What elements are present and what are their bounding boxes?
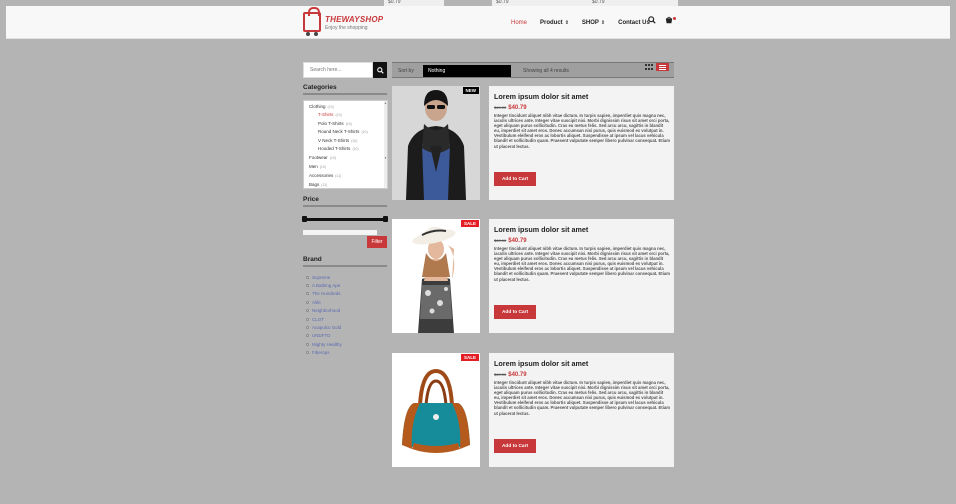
category-item[interactable]: Hooded T-Shirts (10): [318, 146, 359, 151]
radio-icon: [306, 326, 309, 330]
model-man-photo: [392, 86, 480, 200]
nav-home[interactable]: Home: [511, 20, 527, 26]
brand-option[interactable]: Supreme: [306, 273, 342, 281]
nav-contact[interactable]: Contact Us: [618, 20, 650, 26]
brand-option[interactable]: The Hundreds: [306, 290, 342, 298]
chevron-down-icon: ⇕: [600, 20, 606, 26]
product-description: Integer tincidunt aliquet nibh vitae dic…: [494, 380, 670, 416]
product-card: Lorem ipsum dolor sit amet $60.00 $40.79 …: [489, 353, 674, 467]
site-header: THEWAYSHOP Enjoy the shopping Home Produ…: [6, 6, 950, 39]
search-input[interactable]: [303, 62, 373, 78]
cart-icon[interactable]: [665, 16, 673, 26]
results-count: Showing all 4 results: [523, 68, 569, 74]
brand-title: Brand: [303, 256, 322, 263]
add-to-cart-button[interactable]: Add to Cart: [494, 172, 536, 186]
radio-icon: [306, 309, 309, 313]
product-image[interactable]: SALE: [392, 353, 480, 467]
product-price: $60.00 $40.79: [494, 105, 527, 111]
brand-list: Supreme A Bathing Ape The Hundreds Alife…: [306, 273, 342, 357]
product-title[interactable]: Lorem ipsum dolor sit amet: [494, 359, 588, 368]
search-icon[interactable]: [648, 16, 656, 26]
sort-label: Sort by: [398, 68, 414, 74]
product-card: Lorem ipsum dolor sit amet $60.00 $40.79 …: [489, 86, 674, 200]
category-item[interactable]: Polo T-Shirts (10): [318, 121, 352, 126]
radio-icon: [306, 275, 309, 279]
price-range-slider[interactable]: [303, 218, 387, 221]
product-title[interactable]: Lorem ipsum dolor sit amet: [494, 225, 588, 234]
category-item[interactable]: Bags (11): [309, 182, 327, 187]
product-description: Integer tincidunt aliquet nibh vitae dic…: [494, 246, 670, 282]
handbag-photo: [392, 353, 480, 467]
add-to-cart-button[interactable]: Add to Cart: [494, 439, 536, 453]
divider: [303, 265, 387, 267]
brand-option[interactable]: Fiberops: [306, 349, 342, 357]
brand-option[interactable]: Alife: [306, 298, 342, 306]
search-button[interactable]: [373, 62, 387, 78]
list-view-icon[interactable]: [656, 63, 669, 71]
nav-product[interactable]: Product ⇕: [540, 20, 569, 26]
radio-icon: [306, 284, 309, 288]
brand-tagline: Enjoy the shopping: [325, 25, 368, 31]
radio-icon: [306, 317, 309, 321]
cart-badge: [673, 17, 676, 20]
site-logo[interactable]: THEWAYSHOP Enjoy the shopping: [303, 7, 383, 36]
category-item[interactable]: Men (10): [309, 164, 326, 169]
category-item[interactable]: Footwear (10): [309, 155, 336, 160]
sale-badge: SALE: [460, 354, 479, 361]
categories-list: Clothing (10) T-Shirts (10) Polo T-Shirts(…: [303, 100, 388, 189]
product-image[interactable]: NEW: [392, 86, 480, 200]
product-title[interactable]: Lorem ipsum dolor sit amet: [494, 92, 588, 101]
nav-shop[interactable]: SHOP ⇕: [582, 20, 605, 26]
search-icon: [376, 66, 384, 74]
grid-view-icon[interactable]: [645, 64, 653, 71]
brand-option[interactable]: Neighborhood: [306, 307, 342, 315]
radio-icon: [306, 334, 309, 338]
radio-icon: [306, 292, 309, 296]
scroll-down-icon[interactable]: ▼: [384, 156, 387, 160]
category-item[interactable]: T-Shirts (10): [318, 112, 342, 117]
new-badge: NEW: [462, 87, 479, 94]
categories-title: Categories: [303, 84, 337, 91]
category-item[interactable]: Clothing (10): [309, 104, 334, 109]
slider-handle-min[interactable]: [302, 216, 307, 222]
main-nav: Home Product ⇕ SHOP ⇕ Contact Us: [511, 17, 650, 29]
search-box: [303, 62, 387, 78]
scrollbar[interactable]: [384, 101, 387, 188]
brand-option[interactable]: CLOT: [306, 315, 342, 323]
radio-icon: [306, 351, 309, 355]
category-item[interactable]: Accessories (11): [309, 173, 341, 178]
brand-option[interactable]: UNDFTD: [306, 332, 342, 340]
brand-option[interactable]: A Bathing Ape: [306, 281, 342, 289]
brand-option[interactable]: Mighty Healthy: [306, 340, 342, 348]
divider: [303, 93, 387, 95]
product-price: $60.00 $40.79: [494, 372, 527, 378]
product-card: Lorem ipsum dolor sit amet $60.00 $40.79 …: [489, 219, 674, 333]
divider: [303, 205, 387, 207]
product-price: $60.00 $40.79: [494, 238, 527, 244]
sort-select[interactable]: Nothing: [423, 65, 511, 77]
brand-option[interactable]: Acapulco Gold: [306, 323, 342, 331]
category-item[interactable]: V Neck T-Shirts (10): [318, 138, 357, 143]
slider-handle-max[interactable]: [383, 216, 388, 222]
price-amount: [303, 230, 377, 235]
brand-name: THEWAYSHOP: [325, 15, 384, 24]
shop-toolbar: Sort by Nothing Showing all 4 results: [392, 62, 674, 78]
category-item[interactable]: Round Neck T-Shirts (10): [318, 129, 368, 134]
sale-badge: SALE: [460, 220, 479, 227]
price-title: Price: [303, 196, 319, 203]
product-description: Integer tincidunt aliquet nibh vitae dic…: [494, 113, 670, 149]
product-image[interactable]: SALE: [392, 219, 480, 333]
add-to-cart-button[interactable]: Add to Cart: [494, 305, 536, 319]
filter-button[interactable]: Filter: [367, 236, 387, 248]
radio-icon: [306, 342, 309, 346]
chevron-down-icon: ⇕: [564, 20, 569, 26]
model-woman-photo: [392, 219, 480, 333]
radio-icon: [306, 300, 309, 304]
scroll-up-icon[interactable]: ▲: [384, 101, 387, 105]
shopping-bag-icon: [303, 7, 321, 32]
